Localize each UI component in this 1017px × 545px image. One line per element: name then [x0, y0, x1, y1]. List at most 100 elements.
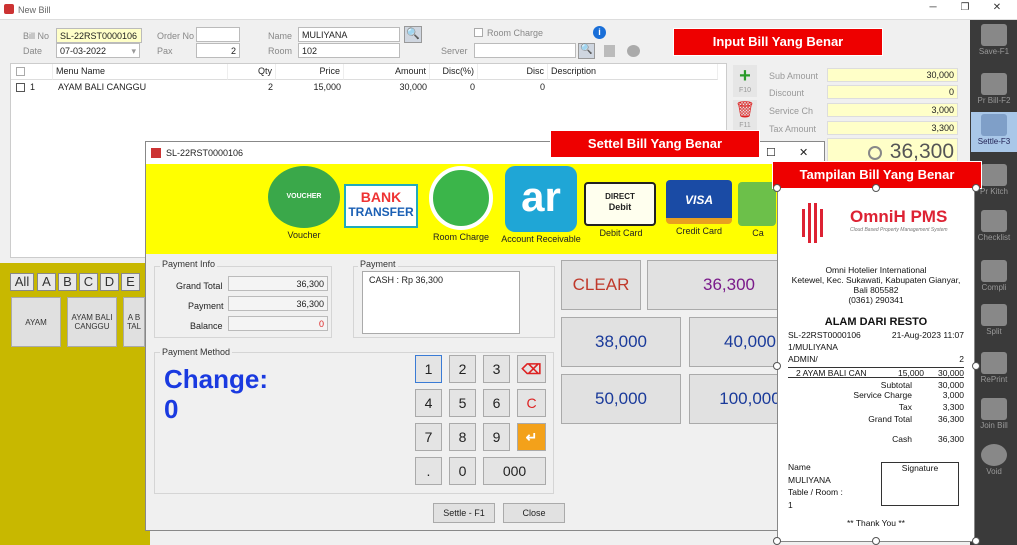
resize-handle[interactable] — [972, 184, 980, 192]
name-field[interactable]: MULIYANA — [298, 27, 400, 42]
receipt-preview: OmniH PMS Cloud Based Property Managemen… — [777, 188, 975, 542]
print-bill-button[interactable]: Pr Bill-F2 — [971, 71, 1017, 111]
checklist-label: Checklist — [977, 233, 1011, 242]
backspace-icon[interactable]: ⌫ — [517, 355, 546, 383]
category-e[interactable]: E — [121, 273, 140, 291]
debit-text: Debit — [608, 202, 632, 212]
credit-card-method[interactable]: VISA Credit Card — [662, 180, 736, 236]
col-amount[interactable]: Amount — [344, 64, 430, 80]
col-qty[interactable]: Qty — [228, 64, 276, 80]
settle-f1-button[interactable]: Settle - F1 — [433, 503, 495, 523]
menu-item-ayam[interactable]: AYAM — [11, 297, 61, 347]
col-price[interactable]: Price — [276, 64, 344, 80]
calendar-icon[interactable]: ▾ — [131, 45, 136, 57]
room-field[interactable]: 102 — [298, 43, 400, 58]
amount-38000-button[interactable]: 38,000 — [561, 317, 681, 367]
receipt-grand-label: Grand Total — [868, 414, 912, 424]
payment-list[interactable]: CASH : Rp 36,300 — [362, 271, 520, 334]
clear-key[interactable]: C — [517, 389, 546, 417]
chat-icon[interactable] — [627, 45, 640, 57]
key-1[interactable]: 1 — [415, 355, 442, 383]
resize-handle[interactable] — [972, 537, 980, 545]
rotate-handle-icon[interactable] — [868, 146, 882, 160]
category-c[interactable]: C — [79, 273, 98, 291]
room-charge-label: Room Charge — [487, 28, 544, 38]
resize-handle[interactable] — [773, 362, 781, 370]
col-description[interactable]: Description — [548, 64, 718, 80]
select-all-checkbox[interactable] — [16, 67, 25, 76]
minimize-button[interactable]: ─ — [918, 2, 948, 18]
search-server-icon[interactable]: 🔍 — [578, 43, 595, 59]
voucher-method[interactable]: VOUCHER Voucher — [266, 166, 342, 240]
key-7[interactable]: 7 — [415, 423, 442, 451]
col-disc-pct[interactable]: Disc(%) — [430, 64, 478, 80]
info-icon[interactable]: i — [593, 26, 606, 39]
trash-icon: 🗑 — [734, 102, 756, 119]
pax-field[interactable]: 2 — [196, 43, 240, 58]
credit-card-icon: VISA — [666, 180, 732, 224]
key-0[interactable]: 0 — [449, 457, 476, 485]
menu-item-partial[interactable]: A B TAL — [123, 297, 145, 347]
resize-handle[interactable] — [872, 537, 880, 545]
key-8[interactable]: 8 — [449, 423, 476, 451]
table-row[interactable]: 1 AYAM BALI CANGGU 2 15,000 30,000 0 0 — [11, 80, 726, 94]
category-b[interactable]: B — [58, 273, 77, 291]
col-menu-name[interactable]: Menu Name — [53, 64, 228, 80]
split-button[interactable]: Split — [971, 302, 1017, 342]
void-button[interactable]: Void — [971, 442, 1017, 482]
key-5[interactable]: 5 — [449, 389, 476, 417]
close-window-button[interactable]: ✕ — [982, 2, 1012, 18]
room-charge-method[interactable]: Room Charge — [425, 166, 497, 242]
enter-icon[interactable]: ↵ — [517, 423, 546, 451]
cash-method[interactable]: Ca — [738, 182, 778, 238]
amount-50000-button[interactable]: 50,000 — [561, 374, 681, 424]
date-field[interactable]: 07-03-2022 ▾ — [56, 43, 140, 58]
resize-handle[interactable] — [872, 184, 880, 192]
settle-label: Settle-F3 — [977, 137, 1011, 146]
menu-item-ayam-bali-canggu[interactable]: AYAM BALI CANGGU — [67, 297, 117, 347]
row-checkbox[interactable] — [16, 83, 25, 92]
key-dot[interactable]: . — [415, 457, 442, 485]
payment-method-bar: VOUCHER Voucher BANK TRANSFER Room Charg… — [146, 164, 824, 254]
settle-button[interactable]: Settle-F3 — [971, 112, 1017, 152]
col-disc[interactable]: Disc — [478, 64, 548, 80]
compli-button[interactable]: Compli — [971, 258, 1017, 298]
debit-card-method[interactable]: DIRECT Debit Debit Card — [584, 182, 658, 238]
pax-label: Pax — [157, 46, 173, 56]
checklist-icon — [981, 210, 1007, 232]
maximize-button[interactable]: ❐ — [950, 2, 980, 18]
reprint-button[interactable]: RePrint — [971, 350, 1017, 390]
add-item-button[interactable]: + F10 — [733, 65, 757, 97]
payment-field[interactable]: 36,300 — [228, 296, 328, 311]
delete-item-button[interactable]: 🗑 F11 — [733, 100, 757, 132]
order-no-field[interactable] — [196, 27, 240, 42]
category-d[interactable]: D — [100, 273, 119, 291]
key-3[interactable]: 3 — [483, 355, 510, 383]
server-field[interactable] — [474, 43, 576, 58]
save-button[interactable]: Save-F1 — [971, 22, 1017, 62]
room-charge-checkbox[interactable] — [474, 28, 483, 37]
bill-no-field[interactable]: SL-22RST0000106 — [56, 28, 142, 43]
account-receivable-method[interactable]: ar Account Receivable — [501, 166, 581, 244]
category-a[interactable]: A — [37, 273, 56, 291]
join-bill-button[interactable]: Join Bill — [971, 396, 1017, 436]
split-icon — [981, 304, 1007, 326]
join-bill-icon — [981, 398, 1007, 420]
key-000[interactable]: 000 — [483, 457, 546, 485]
checklist-button[interactable]: Checklist — [971, 208, 1017, 248]
key-6[interactable]: 6 — [483, 389, 510, 417]
resize-handle[interactable] — [773, 184, 781, 192]
category-all[interactable]: All — [10, 273, 34, 291]
key-2[interactable]: 2 — [449, 355, 476, 383]
bank-transfer-method[interactable]: BANK TRANSFER — [344, 184, 420, 228]
resize-handle[interactable] — [972, 362, 980, 370]
payment-info-label: Payment Info — [160, 259, 218, 269]
key-4[interactable]: 4 — [415, 389, 442, 417]
key-9[interactable]: 9 — [483, 423, 510, 451]
clipboard-icon[interactable] — [604, 45, 615, 57]
search-name-icon[interactable]: 🔍 — [404, 26, 422, 43]
clear-amount-button[interactable]: CLEAR — [561, 260, 641, 310]
dialog-close-text-button[interactable]: Close — [503, 503, 565, 523]
change-label: Change: — [164, 364, 268, 394]
resize-handle[interactable] — [773, 537, 781, 545]
